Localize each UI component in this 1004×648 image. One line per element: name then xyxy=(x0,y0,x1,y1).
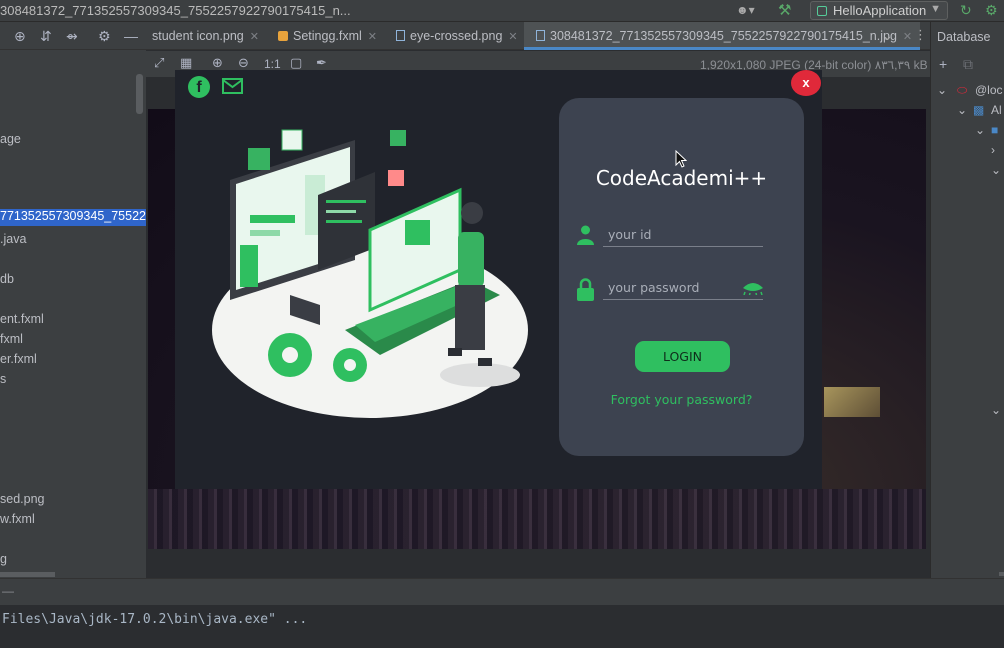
image-file-icon xyxy=(536,30,545,41)
close-icon[interactable]: ✕ xyxy=(250,31,259,43)
brand-title: CodeAcademi++ xyxy=(595,166,768,190)
chevron-down-icon[interactable]: ⌄ xyxy=(991,403,1001,417)
login-button[interactable]: LOGIN xyxy=(635,341,730,372)
tree-item[interactable]: s xyxy=(0,372,6,386)
facebook-icon[interactable]: f xyxy=(188,76,210,98)
tree-item[interactable]: fxml xyxy=(0,332,23,346)
tree-item[interactable]: db xyxy=(0,272,14,286)
image-file-icon xyxy=(396,30,405,41)
mail-icon[interactable] xyxy=(222,78,243,94)
more-options-icon[interactable]: ⋮ xyxy=(914,27,927,43)
chevron-down-icon: ▼ xyxy=(930,3,941,15)
close-icon[interactable]: ✕ xyxy=(903,31,912,43)
tree-item[interactable]: w.fxml xyxy=(0,512,35,526)
fxml-file-icon xyxy=(278,31,288,41)
run-command-output: Files\Java\jdk-17.0.2\bin\java.exe" ... xyxy=(2,612,308,627)
tree-expand-icon[interactable]: ⌄ xyxy=(957,103,967,117)
tab-label: student icon.png xyxy=(152,29,244,43)
grid-icon[interactable]: ▦ xyxy=(180,55,192,71)
tree-collapse-icon[interactable]: › xyxy=(991,143,995,157)
add-icon[interactable]: + xyxy=(939,56,947,72)
project-horizontal-scrollbar[interactable] xyxy=(0,572,55,577)
folder-icon: ■ xyxy=(991,123,999,137)
collapse-all-icon[interactable]: ⇴ xyxy=(66,28,78,45)
zoom-out-icon[interactable]: ⊖ xyxy=(238,55,249,71)
tab-eye-crossed[interactable]: eye-crossed.png ✕ xyxy=(396,22,518,50)
run-configuration-label: HelloApplication xyxy=(833,3,927,18)
tree-item[interactable]: ent.fxml xyxy=(0,312,44,326)
window-title: 308481372_771352557309345_75522579227901… xyxy=(0,3,351,18)
locate-icon[interactable]: ⊕ xyxy=(14,28,26,45)
app-config-icon xyxy=(817,6,827,16)
eye-crossed-icon[interactable] xyxy=(742,281,764,295)
fit-to-window-icon[interactable]: ⤢ xyxy=(154,55,164,71)
close-icon[interactable]: — xyxy=(2,584,14,598)
id-input[interactable] xyxy=(603,223,763,246)
password-field xyxy=(603,276,763,300)
db-node-schema[interactable]: Al xyxy=(991,103,1002,117)
login-window: f x CodeAcademi++ your id LOGIN Forgot y… xyxy=(175,70,822,489)
mouse-cursor-icon xyxy=(675,150,687,168)
tree-item[interactable]: sed.png xyxy=(0,492,44,506)
close-button[interactable]: x xyxy=(791,70,821,96)
tree-item-selected[interactable]: 771352557309345_7552257922 xyxy=(0,209,181,226)
tree-item[interactable]: .java xyxy=(0,232,26,246)
actual-size-icon[interactable]: 1:1 xyxy=(264,57,281,71)
database-header: Database xyxy=(937,30,991,44)
close-icon[interactable]: ✕ xyxy=(508,31,517,43)
gear-icon[interactable]: ⚙ xyxy=(98,28,111,45)
tab-label: 308481372_771352557309345_75522579227901… xyxy=(550,29,897,43)
expand-all-icon[interactable]: ⇵ xyxy=(40,28,52,45)
run-panel: — Files\Java\jdk-17.0.2\bin\java.exe" ..… xyxy=(0,578,1004,648)
tree-expand-icon[interactable]: ⌄ xyxy=(937,83,947,97)
developer-illustration xyxy=(212,129,528,418)
tree-item[interactable]: er.fxml xyxy=(0,352,37,366)
user-menu-icon[interactable]: ☻▾ xyxy=(736,3,755,17)
title-bar: 308481372_771352557309345_75522579227901… xyxy=(0,0,1004,22)
project-panel: ⊕ ⇵ ⇴ ⚙ — age 771352557309345_7552257922… xyxy=(0,22,181,578)
color-picker-icon[interactable]: ✒ xyxy=(316,55,327,71)
build-hammer-icon[interactable]: ⚒ xyxy=(778,1,791,19)
database-panel: Database + ⧉ ⌄ ⬭ @loc ⌄ ▩ Al ⌄ ■ › ⌄ ⌄ xyxy=(930,22,1004,578)
stadium-flag xyxy=(824,387,880,417)
id-field xyxy=(603,223,763,247)
db-node-local[interactable]: @loc xyxy=(975,83,1003,97)
oracle-db-icon: ⬭ xyxy=(957,83,968,97)
editor-tab-bar: student icon.png ✕ Setingg.fxml ✕ eye-cros… xyxy=(146,22,930,50)
debug-bug-icon[interactable]: ⚙ xyxy=(985,2,998,19)
tab-label: Setingg.fxml xyxy=(293,29,362,43)
database-scrollbar[interactable] xyxy=(999,572,1004,576)
tree-item[interactable]: age xyxy=(0,132,21,146)
zoom-in-icon[interactable]: ⊕ xyxy=(212,55,223,71)
tree-expand-icon[interactable]: ⌄ xyxy=(991,163,1001,177)
background-icon[interactable]: ▢ xyxy=(290,55,302,71)
tab-setingg-fxml[interactable]: Setingg.fxml ✕ xyxy=(278,22,377,50)
forgot-password-link[interactable]: Forgot your password? xyxy=(559,392,804,407)
rerun-icon[interactable]: ↻ xyxy=(960,2,972,19)
project-toolbar: ⊕ ⇵ ⇴ ⚙ — xyxy=(0,22,146,50)
chevron-down-icon[interactable]: ⌄ xyxy=(882,28,893,44)
tab-label: eye-crossed.png xyxy=(410,29,503,43)
lock-icon xyxy=(577,278,594,301)
copy-icon[interactable]: ⧉ xyxy=(963,56,973,73)
run-configuration-dropdown[interactable]: HelloApplication ▼ xyxy=(810,1,948,20)
tab-student-icon[interactable]: student icon.png ✕ xyxy=(152,22,259,50)
schema-icon: ▩ xyxy=(973,103,985,117)
user-icon xyxy=(577,225,594,245)
stadium-crowd xyxy=(148,489,926,549)
run-panel-header: — xyxy=(0,579,1004,605)
password-input[interactable] xyxy=(603,276,763,299)
close-icon[interactable]: ✕ xyxy=(368,31,377,43)
tab-active-image[interactable]: 308481372_771352557309345_75522579227901… xyxy=(524,22,921,50)
tree-expand-icon[interactable]: ⌄ xyxy=(975,123,985,137)
tree-item[interactable]: g xyxy=(0,552,7,566)
project-scrollbar[interactable] xyxy=(136,74,143,114)
minimize-icon[interactable]: — xyxy=(124,28,138,44)
